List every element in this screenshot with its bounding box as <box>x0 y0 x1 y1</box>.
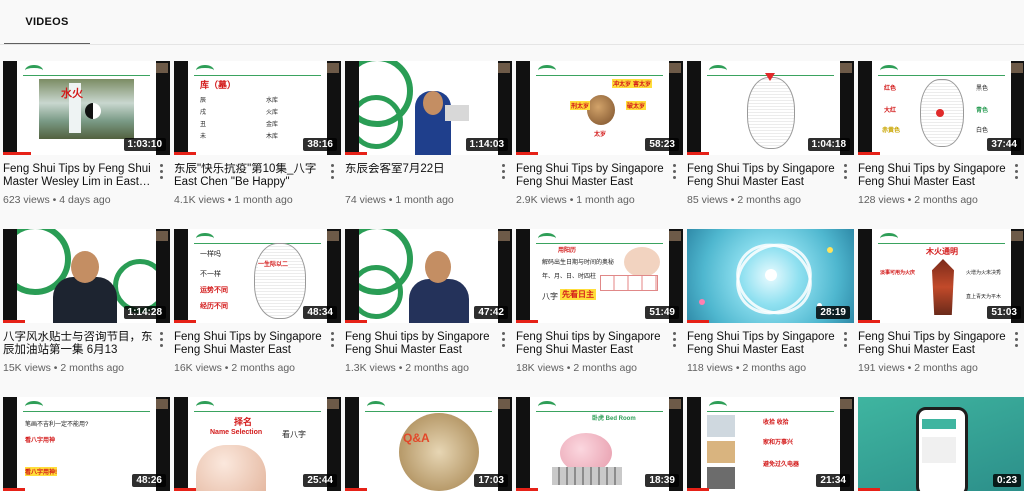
video-thumbnail[interactable]: 一样吗 不一样 运势不同 经历不同 一生际以二 48:34 <box>174 229 341 323</box>
video-thumbnail[interactable]: 笔画不吉利一定不能用? 看八字用神 看八字用神! 48:26 <box>3 397 170 491</box>
tab-divider <box>0 44 1024 45</box>
video-card[interactable]: Q&A 17:03 <box>345 397 512 491</box>
video-meta: 16K views • 2 months ago <box>174 362 296 374</box>
more-actions-icon[interactable] <box>840 162 850 180</box>
more-actions-icon[interactable] <box>498 330 508 348</box>
video-meta: 74 views • 1 month ago <box>345 194 454 206</box>
video-card[interactable]: 卧虎 Bed Room 18:39 <box>516 397 683 491</box>
video-duration: 1:14:03 <box>465 138 508 151</box>
more-actions-icon[interactable] <box>327 162 337 180</box>
video-title[interactable]: Feng Shui Tips by Singapore Feng Shui Ma… <box>687 331 837 357</box>
video-thumbnail[interactable]: 卧虎 Bed Room 18:39 <box>516 397 683 491</box>
video-duration: 28:19 <box>816 306 850 319</box>
video-card[interactable]: 47:42 Feng Shui tips by Singapore Feng S… <box>345 229 512 374</box>
video-title[interactable]: 八字风水贴士与咨询节目，东辰加油站第一集 6月13 <box>3 331 153 357</box>
video-duration: 58:23 <box>645 138 679 151</box>
video-duration: 1:04:18 <box>807 138 850 151</box>
more-actions-icon[interactable] <box>669 162 679 180</box>
video-thumbnail[interactable]: 水火 1:03:10 <box>3 61 170 155</box>
video-card[interactable]: 木火通明 淡事可用为火庆 火增为火未决秀 直上青天为平木 51:03 Feng … <box>858 229 1024 374</box>
video-thumbnail[interactable]: 用阳历 解码出生日期与时间的奥秘 年、月、日、时四柱 八字 先看日主 51:49 <box>516 229 683 323</box>
video-meta: 623 views • 4 days ago <box>3 194 111 206</box>
video-duration: 18:39 <box>645 474 679 487</box>
video-title[interactable]: Feng Shui tips by Singapore Feng Shui Ma… <box>516 331 666 357</box>
more-actions-icon[interactable] <box>498 162 508 180</box>
video-meta: 4.1K views • 1 month ago <box>174 194 293 206</box>
video-thumbnail[interactable]: 冲太岁 害太岁 刑太岁 破太岁 太岁 58:23 <box>516 61 683 155</box>
video-meta: 118 views • 2 months ago <box>687 362 807 374</box>
video-card[interactable]: 笔画不吉利一定不能用? 看八字用神 看八字用神! 48:26 <box>3 397 170 491</box>
more-actions-icon[interactable] <box>840 330 850 348</box>
video-meta: 191 views • 2 months ago <box>858 362 978 374</box>
video-meta: 85 views • 2 months ago <box>687 194 802 206</box>
video-meta: 1.3K views • 2 months ago <box>345 362 469 374</box>
video-title[interactable]: Feng Shui Tips by Singapore Feng Shui Ma… <box>858 331 1008 357</box>
more-actions-icon[interactable] <box>1011 330 1021 348</box>
video-card[interactable]: 1:14:28 八字风水贴士与咨询节目，东辰加油站第一集 6月13 15K vi… <box>3 229 170 374</box>
video-duration: 0:23 <box>992 474 1021 487</box>
video-thumbnail[interactable]: 0:23 <box>858 397 1024 491</box>
more-actions-icon[interactable] <box>156 330 166 348</box>
video-title[interactable]: Feng Shui Tips by Singapore Feng Shui Ma… <box>858 163 1008 189</box>
video-duration: 37:44 <box>987 138 1021 151</box>
channel-tab-bar: VIDEOS <box>0 0 1024 45</box>
more-actions-icon[interactable] <box>156 162 166 180</box>
video-duration: 48:34 <box>303 306 337 319</box>
video-card[interactable]: 1:04:18 Feng Shui Tips by Singapore Feng… <box>687 61 854 206</box>
video-card[interactable]: 1:14:03 东辰会客室7月22日 74 views • 1 month ag… <box>345 61 512 206</box>
video-thumbnail[interactable]: 红色 黑色 大红 青色 赤黄色 白色 37:44 <box>858 61 1024 155</box>
video-card[interactable]: 水火 1:03:10 Feng Shui Tips by Feng Shui M… <box>3 61 170 206</box>
video-title[interactable]: Feng Shui tips by Singapore Feng Shui Ma… <box>345 331 495 357</box>
video-meta: 15K views • 2 months ago <box>3 362 125 374</box>
video-meta: 18K views • 2 months ago <box>516 362 638 374</box>
video-title[interactable]: Feng Shui Tips by Singapore Feng Shui Ma… <box>687 163 837 189</box>
video-meta: 2.9K views • 1 month ago <box>516 194 635 206</box>
video-card[interactable]: 0:23 <box>858 397 1024 491</box>
video-thumbnail[interactable]: 择名 Name Selection 看八字 25:44 <box>174 397 341 491</box>
video-duration: 1:14:28 <box>123 306 166 319</box>
video-card[interactable]: 冲太岁 害太岁 刑太岁 破太岁 太岁 58:23 Feng Shui Tips … <box>516 61 683 206</box>
video-card[interactable]: 择名 Name Selection 看八字 25:44 <box>174 397 341 491</box>
video-card[interactable]: 红色 黑色 大红 青色 赤黄色 白色 37:44 Feng Shui Tips … <box>858 61 1024 206</box>
video-thumbnail[interactable]: 28:19 <box>687 229 854 323</box>
video-thumbnail[interactable]: 47:42 <box>345 229 512 323</box>
video-duration: 51:03 <box>987 306 1021 319</box>
video-thumbnail[interactable]: 库（墓） 辰戌 丑未 水库 火库 金库 木库 38:16 <box>174 61 341 155</box>
video-thumbnail[interactable]: 1:14:28 <box>3 229 170 323</box>
video-duration: 1:03:10 <box>123 138 166 151</box>
video-duration: 47:42 <box>474 306 508 319</box>
video-card[interactable]: 用阳历 解码出生日期与时间的奥秘 年、月、日、时四柱 八字 先看日主 51:49… <box>516 229 683 374</box>
video-title[interactable]: Feng Shui Tips by Feng Shui Master Wesle… <box>3 163 153 189</box>
video-duration: 25:44 <box>303 474 337 487</box>
video-meta: 128 views • 2 months ago <box>858 194 978 206</box>
video-duration: 17:03 <box>474 474 508 487</box>
video-title[interactable]: Feng Shui Tips by Singapore Feng Shui Ma… <box>516 163 666 189</box>
video-title[interactable]: 东辰"快乐抗疫"第10集_八字 East Chen "Be Happy" Ser… <box>174 163 324 189</box>
video-title[interactable]: Feng Shui Tips by Singapore Feng Shui Ma… <box>174 331 324 357</box>
video-card[interactable]: 收拾 收拾 家和万事兴 避免过久电器 21:34 <box>687 397 854 491</box>
more-actions-icon[interactable] <box>669 330 679 348</box>
tab-videos[interactable]: VIDEOS <box>4 0 90 45</box>
video-card[interactable]: 28:19 Feng Shui Tips by Singapore Feng S… <box>687 229 854 374</box>
video-duration: 21:34 <box>816 474 850 487</box>
video-duration: 48:26 <box>132 474 166 487</box>
video-thumbnail[interactable]: 1:14:03 <box>345 61 512 155</box>
video-thumbnail[interactable]: 1:04:18 <box>687 61 854 155</box>
video-thumbnail[interactable]: 木火通明 淡事可用为火庆 火增为火未决秀 直上青天为平木 51:03 <box>858 229 1024 323</box>
video-card[interactable]: 库（墓） 辰戌 丑未 水库 火库 金库 木库 38:16 东辰"快乐抗疫"第10… <box>174 61 341 206</box>
video-thumbnail[interactable]: 收拾 收拾 家和万事兴 避免过久电器 21:34 <box>687 397 854 491</box>
more-actions-icon[interactable] <box>327 330 337 348</box>
more-actions-icon[interactable] <box>1011 162 1021 180</box>
video-duration: 51:49 <box>645 306 679 319</box>
video-duration: 38:16 <box>303 138 337 151</box>
video-thumbnail[interactable]: Q&A 17:03 <box>345 397 512 491</box>
video-card[interactable]: 一样吗 不一样 运势不同 经历不同 一生际以二 48:34 Feng Shui … <box>174 229 341 374</box>
video-title[interactable]: 东辰会客室7月22日 <box>345 163 495 189</box>
